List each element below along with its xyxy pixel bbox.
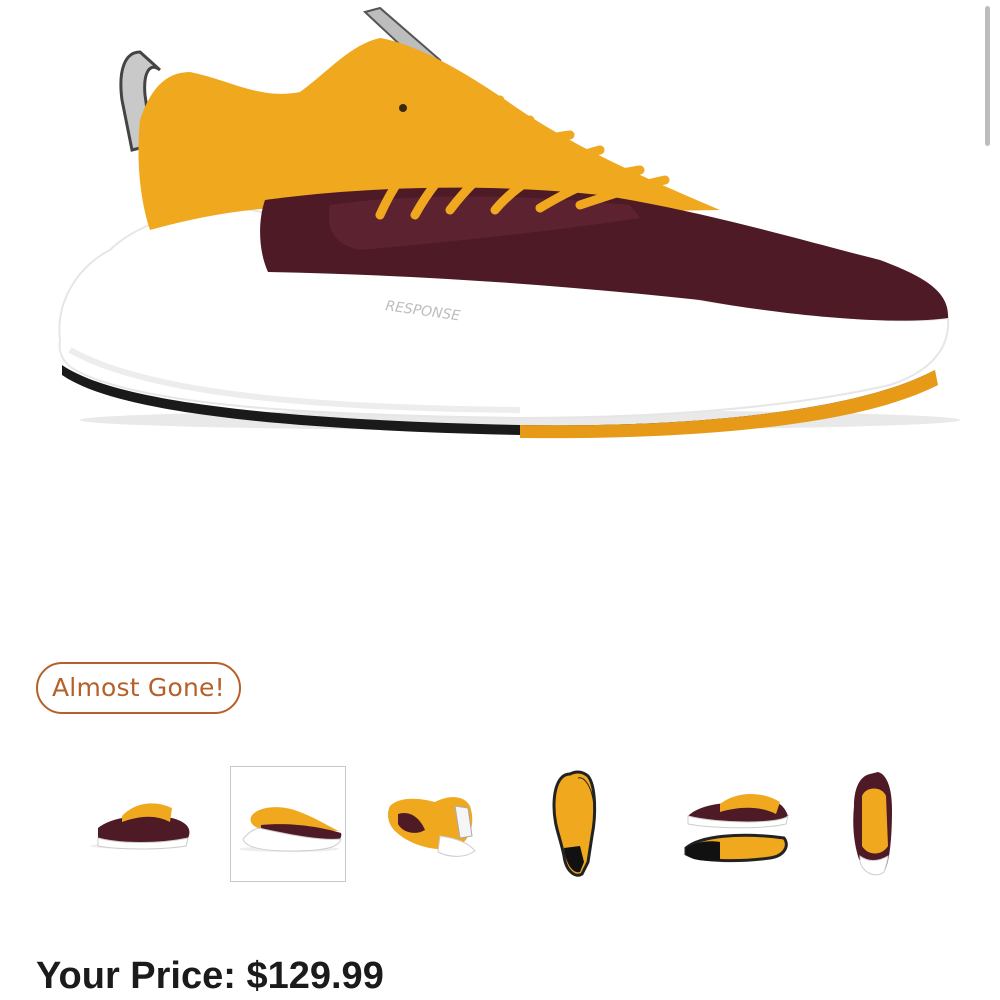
thumbnail-outsole[interactable] [530,766,646,882]
product-hero-image[interactable]: RESPONSE [0,0,1000,470]
thumbnail-side[interactable] [230,766,346,882]
thumbnail-side-angle[interactable] [80,766,196,882]
thumbnail-gallery [80,766,946,882]
thumbnail-heel-angle[interactable] [380,766,496,882]
thumbnail-front[interactable] [830,766,946,882]
thumbnail-top-bottom[interactable] [680,766,796,882]
price-label: Your Price: $129.99 [36,955,384,997]
almost-gone-badge: Almost Gone! [36,662,241,714]
